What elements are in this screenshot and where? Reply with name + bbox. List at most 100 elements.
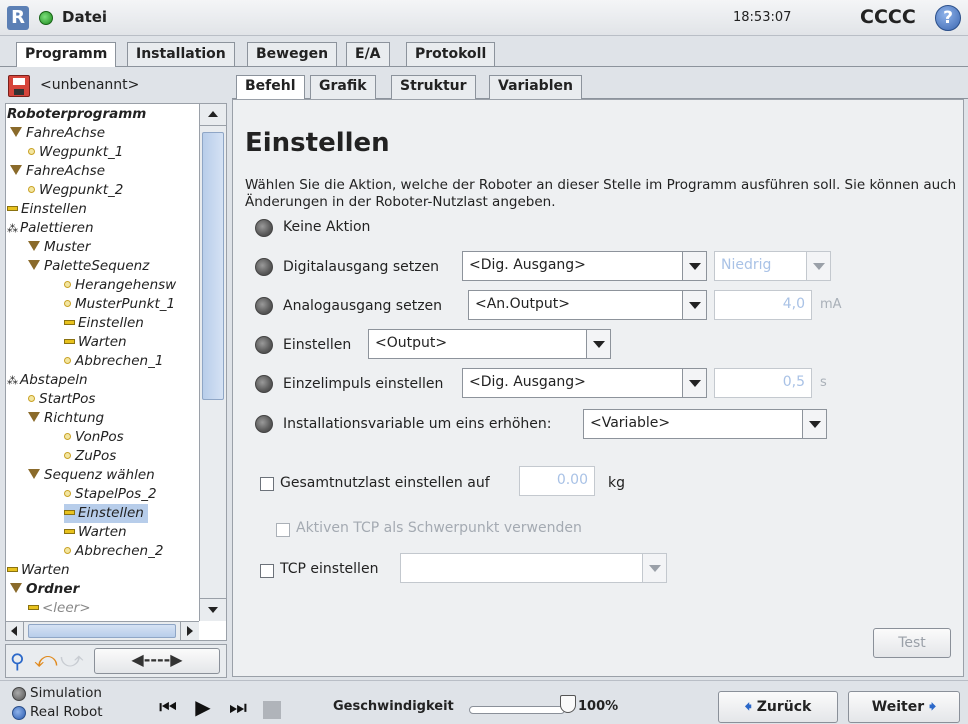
tree-item-wegpunkt-2[interactable]: Wegpunkt_2: [28, 181, 123, 200]
payload-input[interactable]: 0.00: [519, 466, 595, 496]
radio-digitalausgang[interactable]: [255, 258, 273, 276]
skip-back-icon[interactable]: ⏮: [150, 693, 186, 721]
pulse-value-input[interactable]: 0,5: [714, 368, 812, 398]
radio-analogausgang[interactable]: [255, 297, 273, 315]
page-title: Einstellen: [245, 128, 390, 158]
save-icon[interactable]: [8, 75, 30, 97]
tree-item-abstapeln[interactable]: ⁂ Abstapeln: [7, 371, 88, 390]
tcp-checkbox[interactable]: [260, 564, 274, 578]
tree-item-zupos[interactable]: ZuPos: [64, 447, 116, 466]
tree-vertical-scrollbar[interactable]: [199, 104, 226, 621]
program-header: <unbenannt>: [5, 71, 226, 101]
move-node-button[interactable]: ◀----▶: [94, 648, 220, 674]
tree-item-abbrechen-2[interactable]: Abbrechen_2: [64, 542, 163, 561]
analog-output-select[interactable]: <An.Output>: [468, 290, 707, 320]
tree-item-wegpunkt-1[interactable]: Wegpunkt_1: [28, 143, 123, 162]
move-icon: [28, 241, 40, 251]
radio-keine-aktion[interactable]: [255, 219, 273, 237]
scroll-down-icon[interactable]: [200, 598, 226, 620]
tab-ea[interactable]: E/A: [346, 42, 390, 66]
pulse-output-select[interactable]: <Dig. Ausgang>: [462, 368, 707, 398]
undo-icon[interactable]: ⤺: [34, 649, 58, 673]
tree-item-einstellen-2[interactable]: Einstellen: [64, 314, 144, 333]
set-icon: [7, 206, 18, 211]
empty-icon: [28, 605, 39, 610]
tab-befehl[interactable]: Befehl: [236, 75, 305, 100]
tree-item-warten-1[interactable]: Warten: [64, 333, 127, 352]
radio-einstellen[interactable]: [255, 336, 273, 354]
tree-item-einstellen-1[interactable]: Einstellen: [7, 200, 87, 219]
h-scroll-thumb[interactable]: [28, 624, 176, 638]
chevron-down-icon: [642, 554, 666, 582]
radio-einzelimpuls[interactable]: [255, 375, 273, 393]
analog-value-input[interactable]: 4,0: [714, 290, 812, 320]
label-digitalausgang: Digitalausgang setzen: [283, 259, 440, 275]
tree-item-stapelpos[interactable]: StapelPos_2: [64, 485, 157, 504]
scroll-left-icon[interactable]: [6, 622, 24, 640]
clock: 18:53:07: [733, 10, 792, 25]
label-tcp-cog: Aktiven TCP als Schwerpunkt verwenden: [296, 520, 582, 536]
file-menu[interactable]: Datei: [62, 8, 107, 26]
scroll-up-icon[interactable]: [200, 104, 226, 126]
payload-checkbox[interactable]: [260, 477, 274, 491]
tree-item-warten-2[interactable]: Warten: [64, 523, 127, 542]
simulation-radio-icon[interactable]: [12, 687, 26, 701]
label-installationsvariable: Installationsvariable um eins erhöhen:: [283, 416, 552, 432]
tree-item-fahreachse-1[interactable]: FahreAchse: [10, 124, 105, 143]
tcp-select[interactable]: [400, 553, 667, 583]
help-icon[interactable]: ?: [935, 5, 961, 31]
stop-icon[interactable]: [263, 701, 281, 719]
speed-slider-handle[interactable]: [560, 695, 576, 713]
label-einstellen: Einstellen: [283, 337, 352, 353]
tree-item-richtung[interactable]: Richtung: [28, 409, 104, 428]
pulse-unit: s: [820, 375, 827, 390]
tab-grafik[interactable]: Grafik: [310, 75, 376, 99]
tab-installation[interactable]: Installation: [127, 42, 235, 66]
play-icon[interactable]: ▶: [190, 693, 216, 721]
tcp-cog-checkbox[interactable]: [276, 523, 290, 537]
back-button[interactable]: 🠸 Zurück: [718, 691, 838, 723]
tab-protokoll[interactable]: Protokoll: [406, 42, 496, 66]
test-button[interactable]: Test: [873, 628, 951, 658]
tab-struktur[interactable]: Struktur: [391, 75, 476, 99]
search-icon[interactable]: ⚲: [10, 650, 30, 672]
chevron-down-icon: [682, 369, 706, 397]
digital-output-select[interactable]: <Dig. Ausgang>: [462, 251, 707, 281]
real-robot-radio-icon[interactable]: [12, 706, 26, 720]
tab-bewegen[interactable]: Bewegen: [247, 42, 338, 66]
waypoint-icon: [64, 547, 71, 554]
redo-icon[interactable]: ⤻: [60, 649, 84, 673]
tree-item-roboterprogramm[interactable]: Roboterprogramm: [7, 105, 146, 124]
radio-installationsvariable[interactable]: [255, 415, 273, 433]
tab-variablen[interactable]: Variablen: [489, 75, 582, 99]
move-icon: [28, 260, 40, 270]
variable-select[interactable]: <Variable>: [583, 409, 827, 439]
tree-item-palettieren[interactable]: ⁂ Palettieren: [7, 219, 94, 238]
output-select[interactable]: <Output>: [368, 329, 611, 359]
tree-item-ordner[interactable]: Ordner: [10, 580, 79, 599]
tree-item-musterpunkt[interactable]: MusterPunkt_1: [64, 295, 175, 314]
tab-programm[interactable]: Programm: [16, 42, 117, 67]
tree-item-einstellen-selected[interactable]: Einstellen: [64, 504, 148, 523]
tree-item-startpos[interactable]: StartPos: [28, 390, 95, 409]
tree-item-palettesequenz[interactable]: PaletteSequenz: [28, 257, 149, 276]
wait-icon: [64, 529, 75, 534]
tree-item-leer[interactable]: <leer>: [28, 599, 91, 613]
scroll-right-icon[interactable]: [180, 622, 198, 640]
tree-item-vonpos[interactable]: VonPos: [64, 428, 124, 447]
tree-item-sequenz-waehlen[interactable]: Sequenz wählen: [28, 466, 155, 485]
tree-horizontal-scrollbar[interactable]: [6, 621, 199, 640]
waypoint-icon: [64, 281, 71, 288]
tree-item-warten-3[interactable]: Warten: [7, 561, 70, 580]
pallet-icon: ⁂: [7, 222, 18, 235]
tree-item-herangehensw[interactable]: Herangehensw: [64, 276, 176, 295]
digital-level-select[interactable]: Niedrig: [714, 251, 831, 281]
next-button[interactable]: Weiter 🠺: [848, 691, 960, 723]
tree-item-muster[interactable]: Muster: [28, 238, 90, 257]
speed-slider[interactable]: [469, 706, 565, 714]
step-icon[interactable]: ⏭: [220, 693, 256, 721]
tree-item-abbrechen-1[interactable]: Abbrechen_1: [64, 352, 163, 371]
waypoint-icon: [64, 490, 71, 497]
tree-item-fahreachse-2[interactable]: FahreAchse: [10, 162, 105, 181]
scroll-thumb[interactable]: [202, 132, 224, 400]
